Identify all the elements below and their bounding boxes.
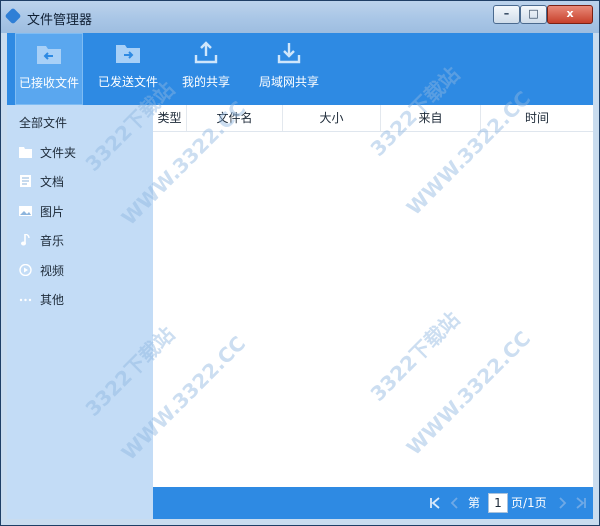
upload-icon (194, 41, 218, 64)
pagination-bar: 第 页/1页 (153, 487, 593, 519)
tab-lan-share-label: 局域网共享 (258, 75, 319, 89)
first-page-icon[interactable] (428, 496, 442, 510)
next-page-icon[interactable] (555, 496, 569, 510)
toolbar: 已接收文件 已发送文件 我的共享 局域网共享 (7, 33, 593, 105)
folder-icon (19, 147, 32, 158)
sidebar-item-label: 图片 (40, 205, 65, 219)
sidebar-item-videos[interactable]: 视频 (7, 257, 153, 283)
sidebar-item-label: 视频 (40, 264, 65, 278)
title-bar[interactable]: 文件管理器 – □ x (1, 1, 599, 33)
minimize-button[interactable]: – (493, 5, 520, 24)
video-icon (19, 264, 32, 276)
close-button[interactable]: x (547, 5, 593, 24)
sidebar-item-images[interactable]: 图片 (7, 198, 153, 224)
tab-received-files[interactable]: 已接收文件 (15, 33, 83, 105)
file-list: 类型 文件名 大小 来自 时间 (153, 105, 593, 487)
page-total: 页/1页 (511, 496, 547, 510)
sidebar-item-label: 全部文件 (19, 116, 68, 130)
more-icon (19, 298, 32, 302)
image-icon (19, 206, 32, 216)
tab-sent-files-label: 已发送文件 (97, 75, 158, 89)
sidebar-item-documents[interactable]: 文档 (7, 168, 153, 194)
folder-send-icon (116, 45, 140, 63)
column-header-type[interactable]: 类型 (153, 105, 187, 131)
folder-receive-icon (37, 46, 61, 64)
page-number-input[interactable] (488, 493, 508, 513)
sidebar-item-label: 其他 (40, 293, 65, 307)
sidebar: 全部文件 文件夹 文档 图片 音乐 视频 其他 (7, 105, 153, 519)
download-icon (277, 43, 301, 64)
tab-sent-files[interactable]: 已发送文件 (93, 33, 163, 105)
tab-received-files-label: 已接收文件 (18, 76, 79, 90)
document-icon (20, 175, 31, 187)
column-header-from[interactable]: 来自 (381, 105, 481, 131)
column-header-size[interactable]: 大小 (283, 105, 381, 131)
sidebar-item-other[interactable]: 其他 (7, 286, 153, 312)
sidebar-item-all-files[interactable]: 全部文件 (7, 109, 153, 135)
column-header-filename[interactable]: 文件名 (187, 105, 283, 131)
table-header: 类型 文件名 大小 来自 时间 (153, 105, 593, 132)
column-header-time[interactable]: 时间 (481, 105, 593, 131)
tab-lan-share[interactable]: 局域网共享 (251, 33, 327, 105)
app-window: 文件管理器 – □ x 已接收文件 已发送文件 我的共享 局域网共享 全部文件 … (0, 0, 600, 526)
tab-my-share[interactable]: 我的共享 (175, 33, 237, 105)
sidebar-item-label: 文件夹 (40, 146, 77, 160)
previous-page-icon[interactable] (448, 496, 462, 510)
app-logo-icon (4, 7, 22, 25)
last-page-icon[interactable] (574, 496, 588, 510)
sidebar-item-folders[interactable]: 文件夹 (7, 139, 153, 165)
page-prefix: 第 (468, 496, 481, 510)
sidebar-item-label: 文档 (40, 175, 65, 189)
maximize-button[interactable]: □ (520, 5, 547, 24)
music-icon (21, 234, 30, 246)
window-title: 文件管理器 (27, 13, 93, 28)
sidebar-item-label: 音乐 (40, 234, 65, 248)
sidebar-item-music[interactable]: 音乐 (7, 227, 153, 253)
tab-my-share-label: 我的共享 (181, 75, 230, 89)
